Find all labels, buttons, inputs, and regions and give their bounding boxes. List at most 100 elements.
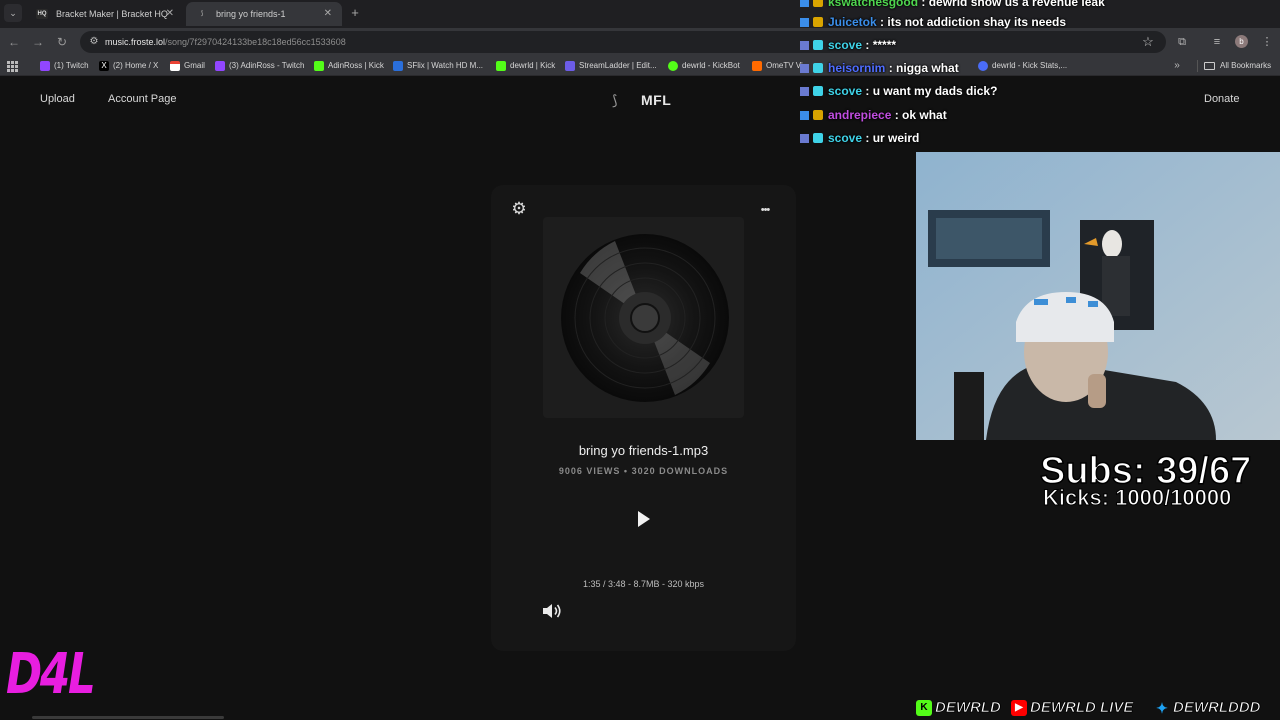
new-tab-plus-icon[interactable]: + (347, 4, 363, 22)
volume-speaker-icon[interactable] (542, 603, 562, 619)
tab-bracket-hq[interactable]: HQ Bracket Maker | Bracket HQ ✕ (26, 2, 184, 26)
chat-username: kswatchesgood (828, 0, 919, 9)
bookmark-streamladder[interactable]: StreamLadder | Edit... (565, 56, 657, 76)
back-arrow-icon[interactable]: ← (5, 33, 23, 51)
chat-username: Juicetok (828, 15, 877, 29)
og-badge-icon (800, 64, 809, 73)
ometv-icon (752, 61, 762, 71)
bookmark-label: (3) AdinRoss - Twitch (229, 61, 305, 70)
kick-icon (496, 61, 506, 71)
settings-gear-icon[interactable]: ⚙ (510, 200, 528, 218)
kick-handle: K DEWRLD (916, 697, 1001, 719)
webcam-image (916, 152, 1280, 440)
bookmark-label: SFlix | Watch HD M... (407, 61, 484, 70)
vinyl-record-icon (561, 234, 729, 402)
stream-chat-overlay: kswatchesgood : dewrld show us a revenue… (800, 0, 1220, 148)
kick-icon: K (916, 700, 932, 716)
url-path: /song/7f2970424133be18c18ed56cc1533608 (165, 37, 346, 47)
more-options-dots-icon[interactable]: ••• (757, 205, 773, 216)
og-badge-icon (800, 41, 809, 50)
tab-song[interactable]: ⟆ bring yo friends-1 ✕ (186, 2, 342, 26)
chat-text: dewrld show us a revenue leak (928, 0, 1105, 9)
bookmark-twitch[interactable]: (1) Twitch (40, 56, 89, 76)
profile-avatar[interactable]: b (1235, 35, 1248, 48)
chat-message: kswatchesgood : dewrld show us a revenue… (800, 0, 1105, 12)
bookmark-x[interactable]: X (2) Home / X (99, 56, 158, 76)
chat-username: heisornim (828, 61, 886, 75)
subscriber-badge-icon (813, 110, 823, 120)
subscriber-badge-icon (813, 17, 823, 27)
bookmark-kickbot[interactable]: dewrld - KickBot (668, 56, 740, 76)
site-info-icon[interactable]: ⚙ (87, 34, 101, 50)
album-art (543, 217, 744, 418)
chat-message: scove : ***** (800, 35, 896, 55)
twitch-icon (215, 61, 225, 71)
bookmark-label: (2) Home / X (113, 61, 159, 70)
chat-text: ***** (872, 38, 897, 52)
chat-username: scove (828, 84, 863, 98)
reload-icon[interactable]: ↻ (53, 33, 71, 51)
bookmark-label: (1) Twitch (54, 61, 89, 70)
forward-arrow-icon[interactable]: → (29, 33, 47, 51)
subscriber-badge-icon (813, 40, 823, 50)
upload-link[interactable]: Upload (40, 93, 75, 105)
play-button-icon[interactable] (636, 510, 652, 528)
subscriber-badge-icon (813, 0, 823, 7)
chat-message: heisornim : nigga what (800, 58, 959, 78)
webcam-feed (916, 152, 1280, 440)
social-handles: K DEWRLD ▶ DEWRLD LIVE ✦ DEWRLDDD (914, 697, 1280, 719)
streamladder-icon (565, 61, 575, 71)
chat-text: nigga what (896, 61, 959, 75)
chat-text: u want my dads dick? (872, 84, 998, 98)
bookmark-adinross-kick[interactable]: AdinRoss | Kick (314, 56, 384, 76)
subscriber-badge-icon (813, 86, 823, 96)
chat-message: Juicetok : its not addiction shay its ne… (800, 12, 1066, 32)
sflix-icon (393, 61, 403, 71)
youtube-handle-label: DEWRLD LIVE (1030, 699, 1134, 717)
kickbot-icon (668, 61, 678, 71)
chat-username: scove (828, 38, 863, 52)
youtube-handle: ▶ DEWRLD LIVE (1011, 697, 1134, 719)
horizontal-scrollbar[interactable] (32, 716, 224, 719)
youtube-icon: ▶ (1011, 700, 1027, 716)
bookmark-gmail[interactable]: Gmail (170, 56, 205, 76)
chat-text: ok what (902, 108, 947, 122)
bookmark-adinross-twitch[interactable]: (3) AdinRoss - Twitch (215, 56, 304, 76)
bookmark-label: StreamLadder | Edit... (579, 61, 657, 70)
song-title: bring yo friends-1.mp3 (578, 443, 709, 458)
url-text[interactable]: music.froste.lol/song/7f2970424133be18c1… (105, 31, 346, 53)
tab-title: Bracket Maker | Bracket HQ (56, 9, 168, 19)
player-card: ⚙ ••• bring yo friends-1.mp3 9006 VIEWS … (491, 185, 796, 651)
chat-text: ur weird (872, 131, 920, 145)
chat-message: scove : ur weird (800, 128, 919, 148)
song-stats: 9006 VIEWS • 3020 DOWNLOADS (558, 466, 729, 476)
account-page-link[interactable]: Account Page (108, 93, 177, 105)
kick-icon (314, 61, 324, 71)
bookmark-sflix[interactable]: SFlix | Watch HD M... (393, 56, 483, 76)
og-badge-icon (800, 134, 809, 143)
url-host: music.froste.lol (105, 37, 166, 47)
tab-search-chevron-icon[interactable]: ⌄ (4, 4, 22, 22)
bookmark-dewrld-kick[interactable]: dewrld | Kick (496, 56, 555, 76)
mfl-favicon-icon: ⟆ (200, 11, 204, 17)
bookmark-label: AdinRoss | Kick (328, 61, 384, 70)
apps-grid-icon[interactable] (7, 61, 18, 72)
x-logo-icon: X (99, 61, 109, 71)
close-tab-icon[interactable]: ✕ (324, 2, 332, 26)
screen: ⌄ HQ Bracket Maker | Bracket HQ ✕ ⟆ brin… (0, 0, 1280, 720)
kick-handle-label: DEWRLD (935, 699, 1002, 717)
mfl-logo-icon: ⟆ (612, 92, 618, 108)
twitter-handle: ✦ DEWRLDDD (1154, 697, 1261, 719)
bracket-hq-favicon-icon: HQ (36, 9, 48, 19)
verified-badge-icon (800, 0, 809, 7)
twitter-icon: ✦ (1156, 700, 1168, 716)
close-tab-icon[interactable]: ✕ (166, 2, 174, 26)
twitter-handle-label: DEWRLDDD (1173, 699, 1261, 717)
subscriber-badge-icon (813, 63, 823, 73)
browser-menu-kebab-icon[interactable]: ⋮ (1259, 34, 1275, 50)
chat-message: scove : u want my dads dick? (800, 81, 997, 101)
tab-title: bring yo friends-1 (216, 9, 286, 19)
verified-badge-icon (800, 18, 809, 27)
verified-badge-icon (800, 111, 809, 120)
time-and-file-info: 1:35 / 3:48 - 8.7MB - 320 kbps (582, 579, 705, 589)
